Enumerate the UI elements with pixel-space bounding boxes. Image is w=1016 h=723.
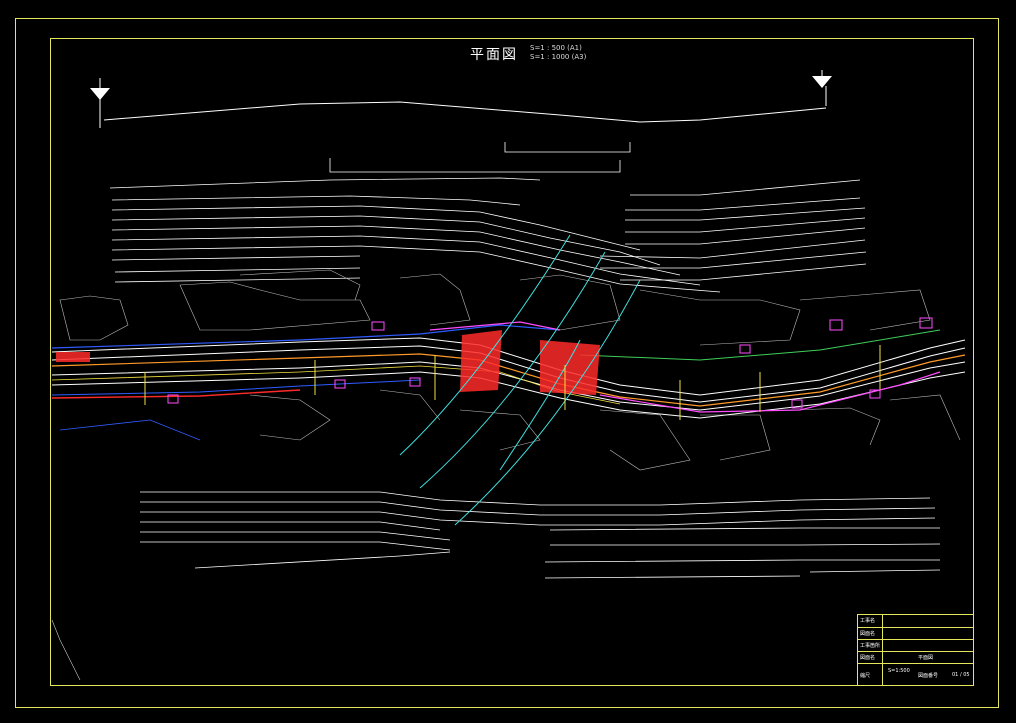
blue-lower-detail [59, 419, 201, 441]
building-outlines [59, 269, 961, 471]
north-arrow-icon [812, 70, 832, 106]
boundary-line [103, 101, 827, 123]
title-block-label: 縮尺 [860, 673, 871, 679]
road-edge-lines [51, 337, 966, 419]
title-block-label: 図面名 [860, 631, 876, 637]
yellow-alignment [51, 365, 621, 405]
green-alignment [579, 329, 941, 361]
upper-right-dimension-lines [599, 179, 867, 281]
title-block-label: 図面名 [860, 655, 876, 661]
title-block-row: 工事名 [858, 615, 973, 627]
north-arrow-icon [90, 78, 110, 128]
title-block-row: 図面名 平面図 [858, 651, 973, 663]
corner-detail [51, 619, 81, 681]
drawing-title: 平面図 [470, 47, 518, 63]
title-block-scale: S=1:500 [888, 668, 910, 674]
title-block-sheet-label: 図面番号 [918, 673, 939, 679]
upper-dimension-lines [109, 142, 721, 293]
title-block-row: 図面名 [858, 627, 973, 639]
blue-boundary-line-lower [51, 379, 421, 396]
title-block-row: 縮尺 S=1:500 図面番号 01 / 05 [858, 663, 973, 687]
cyan-curves [399, 234, 641, 526]
title-block-label: 工事箇所 [860, 643, 881, 649]
title-block: 工事名 図面名 工事箇所 図面名 平面図 縮尺 S=1:500 図面番号 01 … [857, 614, 974, 686]
lower-dimension-lines [140, 491, 941, 579]
title-block-sheet-number: 01 / 05 [952, 672, 970, 678]
scale-line-2: S=1 : 1000 (A3) [530, 53, 587, 61]
title-block-row: 工事箇所 [858, 639, 973, 651]
red-hatched-zones [56, 330, 600, 395]
title-block-label: 工事名 [860, 618, 876, 624]
scale-line-1: S=1 : 500 (A1) [530, 44, 582, 52]
title-block-value: 平面図 [918, 655, 934, 661]
drawing-scale: S=1 : 500 (A1) S=1 : 1000 (A3) [530, 44, 586, 62]
station-markers [144, 345, 881, 420]
